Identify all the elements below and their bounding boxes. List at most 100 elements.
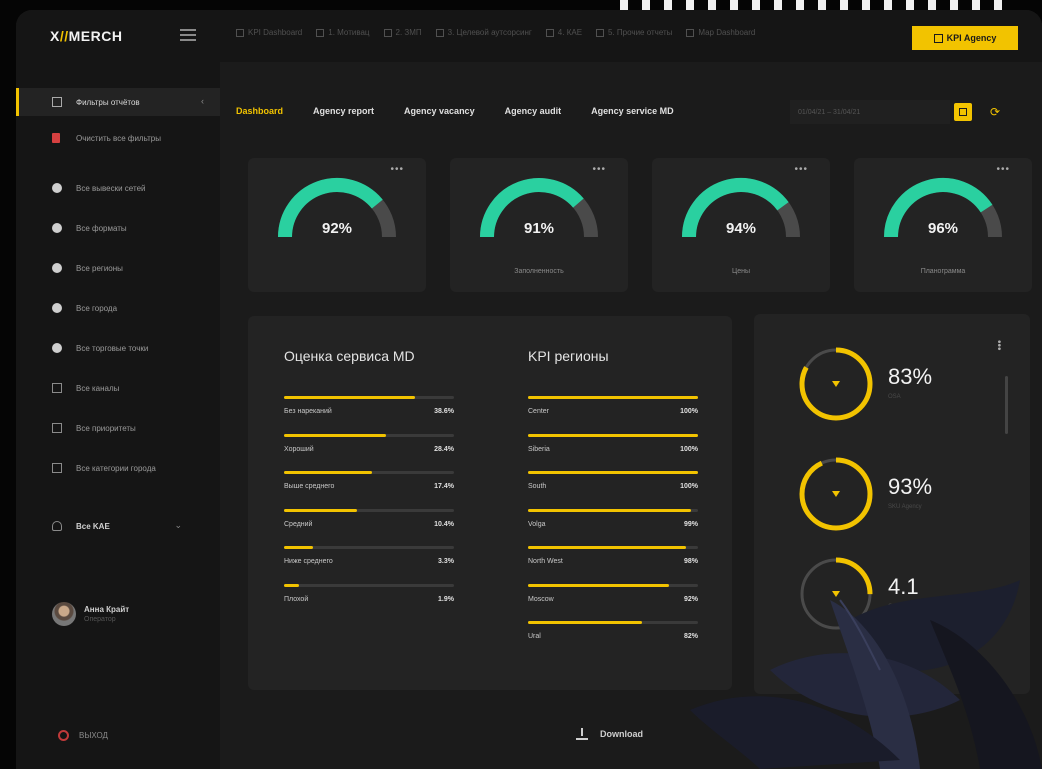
progress-value: 3.3% <box>438 558 454 565</box>
progress-fill <box>528 396 698 399</box>
tab-agency-vacancy[interactable]: Agency vacancy <box>404 106 475 116</box>
progress-track <box>528 621 698 624</box>
logo-text-right: MERCH <box>68 28 123 44</box>
nav-item-icon <box>596 28 605 37</box>
progress-track <box>284 471 454 474</box>
ring-kpi-panel: ••• 83% OSA 93% SKU Agency 4.1 Оценка сервиса… <box>754 314 1030 694</box>
progress-track <box>528 546 698 549</box>
brand-logo[interactable]: X//MERCH <box>50 28 122 44</box>
progress-value: 82% <box>683 633 698 640</box>
top-nav-item[interactable]: Map Dashboard <box>686 28 755 37</box>
ring-kpi: 4.1 Оценка сервиса агентства <box>796 554 1026 634</box>
ring-caption: Оценка сервиса агентства <box>888 604 962 610</box>
logout-button[interactable]: ВЫХОД <box>58 730 108 741</box>
sidebar-item-label: Все торговые точки <box>76 343 149 353</box>
nav-item-label: 1. Мотивац <box>328 28 370 37</box>
sidebar-item-filters[interactable]: Фильтры отчётов ‹ <box>16 88 220 116</box>
power-icon <box>58 730 69 741</box>
globe-icon <box>52 303 62 313</box>
globe-icon <box>52 223 62 233</box>
box-icon <box>52 463 62 473</box>
user-profile[interactable]: Анна Крайт Оператор <box>52 602 129 626</box>
gauge-value: 92% <box>321 220 353 237</box>
progress-label: South <box>528 483 547 490</box>
top-nav-item[interactable]: KPI Dashboard <box>236 28 302 37</box>
top-nav-item[interactable]: 3. Целевой аутсорсинг <box>435 28 532 37</box>
tab-agency-service-md[interactable]: Agency service MD <box>591 106 674 116</box>
progress-value: 100% <box>680 408 698 415</box>
sidebar-item-chains[interactable]: Все вывески сетей <box>16 174 220 202</box>
top-nav-item[interactable]: 5. Прочие отчеты <box>596 28 672 37</box>
top-nav-item[interactable]: 2. ЗМП <box>383 28 422 37</box>
app-window: X//MERCH KPI Dashboard 1. Мотивац 2. ЗМП… <box>16 10 1042 769</box>
ring-kpi: 93% SKU Agency <box>796 454 1026 534</box>
sidebar-item-label: Все города <box>76 303 118 313</box>
sidebar: Фильтры отчётов ‹ Очистить все фильтры В… <box>16 62 220 769</box>
more-icon[interactable]: ••• <box>390 164 404 175</box>
download-icon <box>576 728 588 740</box>
chevron-down-icon[interactable]: ⌄ <box>174 520 182 531</box>
progress-fill <box>284 546 313 549</box>
progress-track <box>528 433 698 437</box>
download-label: Download <box>600 729 643 739</box>
top-bar: X//MERCH KPI Dashboard 1. Мотивац 2. ЗМП… <box>16 10 1042 62</box>
sidebar-item-channels[interactable]: Все каналы <box>16 374 220 402</box>
progress-fill <box>284 471 373 474</box>
progress-value: 100% <box>680 445 698 453</box>
progress-track <box>284 396 454 399</box>
progress-row: Без нареканий 38.6% <box>284 396 454 434</box>
kpi-agency-button[interactable]: KPI Agency <box>912 26 1018 50</box>
sidebar-item-label: Все регионы <box>76 263 123 273</box>
sidebar-item-label: Все каналы <box>76 383 120 393</box>
refresh-icon[interactable]: ⟳ <box>986 103 1004 121</box>
progress-row: Moscow 92% <box>528 583 698 622</box>
ring-value: 93% <box>888 474 933 499</box>
more-icon[interactable]: ••• <box>996 164 1010 175</box>
progress-value: 10.4% <box>434 520 454 528</box>
nav-item-label: Map Dashboard <box>698 28 756 37</box>
progress-label: Ниже среднего <box>284 558 333 565</box>
sidebar-item-clear-filters[interactable]: Очистить все фильтры <box>16 124 220 152</box>
sidebar-item-kae[interactable]: Все KAE ⌄ <box>16 512 220 540</box>
progress-fill <box>284 433 386 437</box>
kpi-agency-label: KPI Agency <box>946 33 997 43</box>
grid-icon <box>933 33 943 43</box>
triangle-down-icon <box>832 491 840 497</box>
calendar-button[interactable] <box>954 103 972 121</box>
sidebar-item-outlets[interactable]: Все торговые точки <box>16 334 220 362</box>
tab-agency-report[interactable]: Agency report <box>313 106 374 116</box>
progress-fill <box>528 583 670 587</box>
progress-row: Хороший 28.4% <box>284 433 454 472</box>
progress-label: Ural <box>528 633 541 640</box>
top-nav-item[interactable]: 1. Мотивац <box>316 28 370 37</box>
ring-kpi: 83% OSA <box>796 344 1026 424</box>
more-icon[interactable]: ••• <box>592 164 606 175</box>
nav-item-icon <box>686 28 695 37</box>
triangle-down-icon <box>832 381 840 387</box>
download-button[interactable]: Download <box>576 728 643 740</box>
menu-icon[interactable] <box>180 29 196 41</box>
avatar <box>52 602 76 626</box>
nav-item-icon <box>545 28 554 37</box>
sidebar-item-regions[interactable]: Все регионы <box>16 254 220 282</box>
more-icon[interactable]: ••• <box>794 164 808 175</box>
sidebar-item-city-categories[interactable]: Все категории города <box>16 454 220 482</box>
ring-chart <box>799 557 873 631</box>
progress-track <box>284 583 454 587</box>
progress-row: Плохой 1.9% <box>284 583 454 622</box>
globe-icon <box>52 343 62 353</box>
sidebar-item-priorities[interactable]: Все приоритеты <box>16 414 220 442</box>
sidebar-item-cities[interactable]: Все города <box>16 294 220 322</box>
tab-agency-audit[interactable]: Agency audit <box>505 106 562 116</box>
progress-track <box>528 508 698 512</box>
ring-chart <box>799 347 873 421</box>
top-nav-item[interactable]: 4. КАЕ <box>545 28 582 37</box>
date-range-field[interactable]: 01/04/21 – 31/04/21 <box>790 100 950 124</box>
progress-fill <box>528 546 687 549</box>
nav-item-label: 2. ЗМП <box>395 28 422 37</box>
progress-fill <box>528 433 698 437</box>
user-name: Анна Крайт <box>84 605 130 614</box>
tab-dashboard[interactable]: Dashboard <box>236 106 283 116</box>
sidebar-item-formats[interactable]: Все форматы <box>16 214 220 242</box>
nav-item-icon <box>383 28 392 37</box>
